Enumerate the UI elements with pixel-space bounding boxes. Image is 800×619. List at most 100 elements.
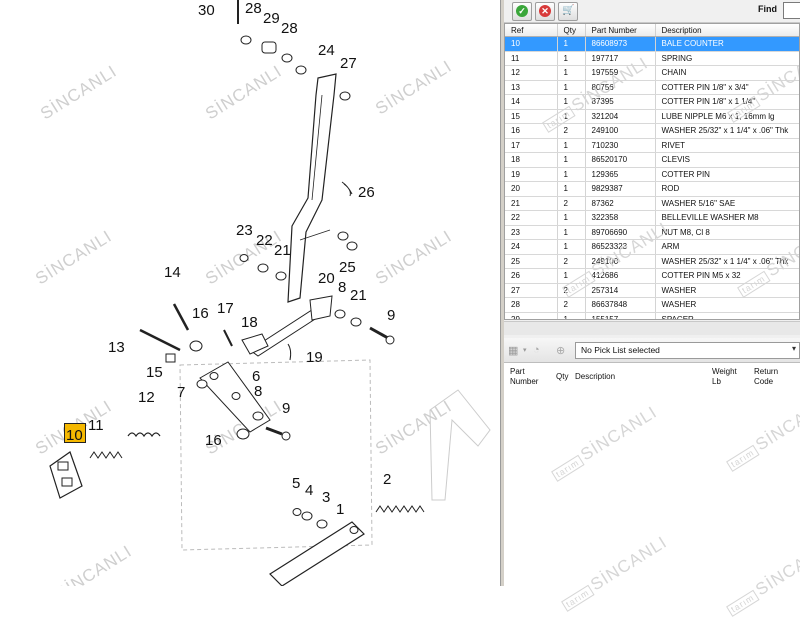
pick-list-icon[interactable]: ▦ [508, 344, 520, 357]
callout-label[interactable]: 12 [138, 389, 155, 406]
column-header-ref[interactable]: Ref [505, 24, 558, 37]
callout-label[interactable]: 5 [292, 475, 300, 492]
table-row[interactable]: 18 1 86520170 CLEVIS [505, 152, 799, 168]
table-row[interactable]: 11 1 197717 SPRING [505, 51, 799, 66]
callout-label[interactable]: 30 [198, 2, 215, 19]
watermark: tarımSİNCANLI [723, 537, 800, 618]
chevron-down-icon: ▾ [791, 344, 796, 353]
cell-ref: 23 [505, 225, 558, 240]
header-line: Lb [712, 377, 721, 386]
callout-label[interactable]: 29 [263, 10, 280, 27]
column-header-description[interactable]: Description [655, 24, 799, 37]
callout-label[interactable]: 16 [192, 305, 209, 322]
callout-label[interactable]: 10 [66, 427, 83, 444]
cell-part-number: 710230 [585, 138, 656, 153]
callout-label[interactable]: 23 [236, 222, 253, 239]
cell-part-number: 257314 [585, 283, 656, 298]
callout-label[interactable]: 9 [282, 400, 290, 417]
cell-ref: 13 [505, 80, 558, 95]
callout-label[interactable]: 2 [383, 471, 391, 488]
table-row[interactable]: 28 2 86637848 WASHER [505, 297, 799, 313]
horizontal-scrollbar[interactable] [504, 321, 800, 335]
parts-diagram[interactable]: SİNCANLI SİNCANLI SİNCANLI SİNCANLI SİNC… [0, 0, 500, 586]
callout-label[interactable]: 18 [241, 314, 258, 331]
table-row[interactable]: 20 1 9829387 ROD [505, 181, 799, 197]
callout-label[interactable]: 26 [358, 184, 375, 201]
add-icon[interactable]: ⊕ [556, 344, 568, 357]
callout-label[interactable]: 14 [164, 264, 181, 281]
callout-label[interactable]: 3 [322, 489, 330, 506]
table-row[interactable]: 25 2 249100 WASHER 25/32" x 1 1/4" x .06" T… [505, 254, 799, 269]
cancel-button[interactable]: ✕ [535, 2, 555, 21]
callout-label[interactable]: 8 [338, 279, 346, 296]
pick-list-toolbar: ▦ ▾ ◔ ⊕ No Pick List selected ▾ [504, 338, 800, 363]
cell-ref: 24 [505, 239, 558, 255]
watermark-badge: tarım [726, 444, 760, 472]
pick-column-description[interactable]: Description [575, 372, 615, 382]
parts-grid[interactable]: Ref Qty Part Number Description 10 1 86608… [504, 23, 800, 320]
callout-label[interactable]: 25 [339, 259, 356, 276]
cell-ref: 20 [505, 181, 558, 197]
watermark-text: SİNCANLI [577, 402, 661, 465]
callout-label[interactable]: 22 [256, 232, 273, 249]
callout-label[interactable]: 19 [306, 349, 323, 366]
callout-label[interactable]: 1 [336, 501, 344, 518]
parts-panel: ✓ ✕ 🛒 Find Ref Qty Part Number Descripti… [504, 0, 800, 617]
callout-label[interactable]: 4 [305, 482, 313, 499]
cancel-icon: ✕ [539, 5, 551, 17]
watermark-text: SİNCANLI [587, 532, 671, 595]
pick-list-grid[interactable]: Part Number Qty Description Weight Lb Retu… [504, 362, 800, 617]
callout-label[interactable]: 8 [254, 383, 262, 400]
pick-column-part-number[interactable]: Part Number [510, 367, 538, 387]
callout-label[interactable]: 11 [88, 417, 104, 434]
cell-ref: 12 [505, 65, 558, 81]
find-input[interactable] [783, 2, 800, 19]
callout-label[interactable]: 17 [217, 300, 234, 317]
callout-label[interactable]: 15 [146, 364, 163, 381]
cell-ref: 18 [505, 152, 558, 168]
callout-label[interactable]: 21 [274, 242, 291, 259]
accept-button[interactable]: ✓ [512, 2, 532, 21]
add-to-cart-button[interactable]: 🛒 [558, 2, 578, 21]
cell-qty: 2 [557, 196, 586, 211]
callout-label[interactable]: 28 [281, 20, 298, 37]
watermark-badge: tarım [726, 589, 760, 617]
table-row[interactable]: 10 1 86608973 BALE COUNTER [505, 36, 799, 52]
cell-description: WASHER [655, 283, 799, 298]
cell-part-number: 155157 [585, 312, 656, 319]
pick-list-select[interactable]: No Pick List selected ▾ [575, 342, 800, 359]
callout-label[interactable]: 24 [318, 42, 335, 59]
callout-label[interactable]: 16 [205, 432, 222, 449]
cell-part-number: 86637848 [585, 297, 656, 313]
toolbar: ✓ ✕ 🛒 Find [504, 0, 800, 23]
cell-description: BELLEVILLE WASHER M8 [655, 210, 799, 226]
clock-icon[interactable]: ◔ [533, 344, 545, 356]
cell-ref: 14 [505, 94, 558, 110]
table-row[interactable]: 29 1 155157 SPACER [505, 312, 799, 319]
callout-label[interactable]: 20 [318, 270, 335, 287]
callout-label[interactable]: 28 [245, 0, 262, 17]
cell-qty: 1 [557, 152, 586, 168]
pick-column-weight[interactable]: Weight Lb [712, 367, 737, 387]
column-header-part-number[interactable]: Part Number [585, 24, 656, 37]
pick-column-return-code[interactable]: Return Code [754, 367, 778, 387]
table-row[interactable]: 12 1 197559 CHAIN [505, 65, 799, 81]
callout-label[interactable]: 9 [387, 307, 395, 324]
cell-part-number: 321204 [585, 109, 656, 124]
callout-label[interactable]: 21 [350, 287, 367, 304]
watermark-badge: tarım [551, 454, 585, 482]
table-row[interactable]: 19 1 129365 COTTER PIN [505, 167, 799, 182]
callout-label[interactable]: 7 [177, 384, 185, 401]
cell-description: NUT M8, Cl 8 [655, 225, 799, 240]
table-row[interactable]: 21 2 87362 WASHER 5/16" SAE [505, 196, 799, 211]
table-row[interactable]: 17 1 710230 RIVET [505, 138, 799, 153]
column-header-qty[interactable]: Qty [557, 24, 586, 37]
header-line: Number [510, 377, 539, 386]
callout-label[interactable]: 27 [340, 55, 357, 72]
header-line: Part [510, 367, 525, 376]
cell-qty: 1 [557, 312, 586, 319]
callout-label[interactable]: 13 [108, 339, 125, 356]
cell-ref: 19 [505, 167, 558, 182]
cell-description: RIVET [655, 138, 799, 153]
pick-column-qty[interactable]: Qty [556, 372, 568, 382]
